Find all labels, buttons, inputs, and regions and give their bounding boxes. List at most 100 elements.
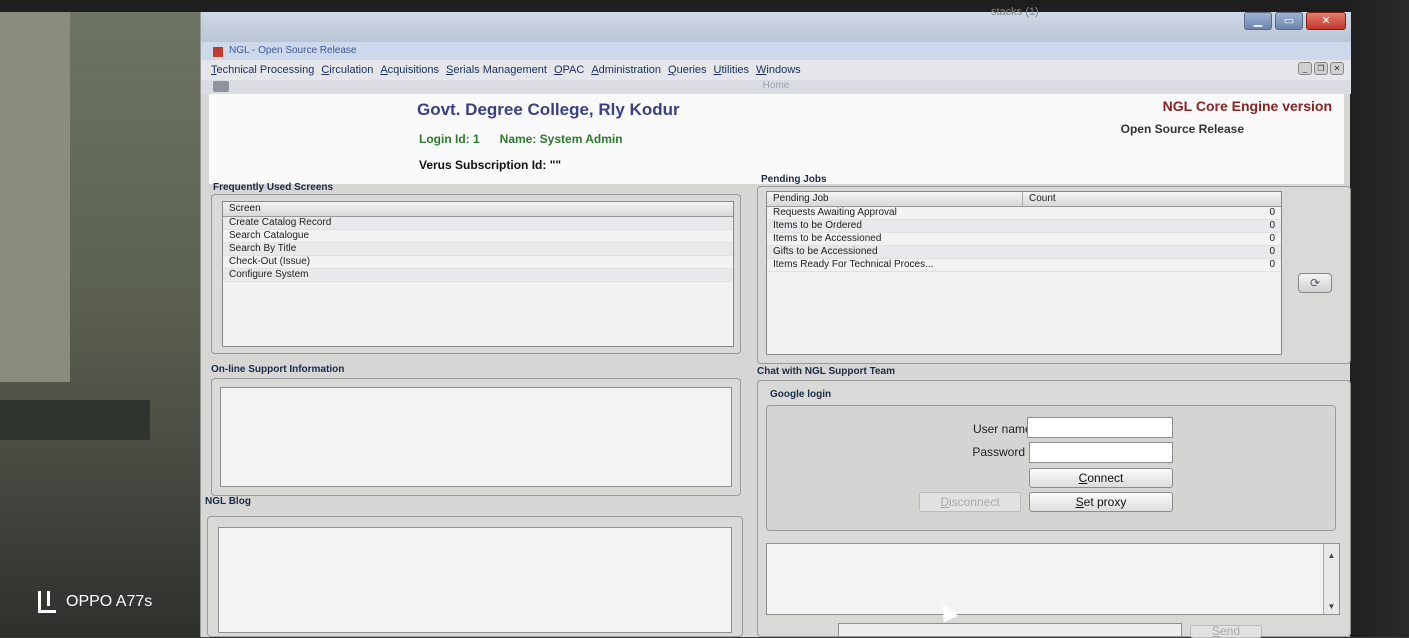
- application-screen: stacks (1) ▁ ▭ ✕ NGL - Open Source Relea…: [200, 6, 1351, 638]
- list-item[interactable]: Check-Out (Issue): [223, 256, 733, 269]
- send-button[interactable]: Send: [1190, 625, 1262, 638]
- frequent-screens-group: Screen Create Catalog Record Search Cata…: [211, 194, 741, 354]
- pending-job-name: Items to be Ordered: [773, 220, 862, 231]
- menu-technical-processing[interactable]: Technical Processing: [211, 64, 314, 76]
- login-info: Login Id: 1 Name: System Admin: [419, 132, 623, 146]
- frequent-screens-table: Screen Create Catalog Record Search Cata…: [222, 201, 734, 347]
- ngl-blog-content[interactable]: [218, 527, 732, 633]
- pending-jobs-label: Pending Jobs: [761, 174, 827, 185]
- pending-job-count: 0: [1269, 233, 1275, 244]
- table-row[interactable]: Items to be Accessioned 0: [767, 233, 1281, 246]
- online-support-label: On-line Support Information: [211, 364, 345, 375]
- list-item[interactable]: Configure System: [223, 269, 733, 282]
- chat-messages-area[interactable]: ▲ ▼: [766, 543, 1340, 615]
- pending-jobs-group: Pending Job Count Requests Awaiting Appr…: [757, 186, 1351, 364]
- app-titlebar: NGL - Open Source Release: [201, 42, 1351, 60]
- login-id: Login Id: 1: [419, 132, 480, 146]
- college-name: Govt. Degree College, Rly Kodur: [417, 100, 680, 119]
- refresh-icon: ⟳: [1309, 276, 1321, 290]
- menu-windows[interactable]: Windows: [756, 64, 801, 76]
- screen-column-header[interactable]: Screen: [229, 202, 261, 216]
- app-title: NGL - Open Source Release: [229, 45, 357, 56]
- frequent-screens-label: Frequently Used Screens: [213, 182, 334, 193]
- mdi-minimize-icon[interactable]: _: [1298, 62, 1312, 75]
- password-input[interactable]: [1029, 442, 1173, 463]
- photo-background-wall: [0, 12, 70, 382]
- screen-item-label: Create Catalog Record: [229, 217, 332, 228]
- maximize-icon[interactable]: ▭: [1275, 12, 1303, 30]
- monitor-bezel-top: [0, 0, 1409, 12]
- connect-button[interactable]: Connect: [1029, 468, 1173, 488]
- monitor-bezel-right: [1349, 0, 1409, 637]
- engine-version: NGL Core Engine version: [1162, 98, 1332, 114]
- pending-job-count: 0: [1269, 246, 1275, 257]
- mdi-window-controls: _ ❐ ✕: [1298, 62, 1344, 75]
- pending-job-name: Items to be Accessioned: [773, 233, 882, 244]
- ngl-blog-group: [207, 516, 743, 637]
- header-panel: Govt. Degree College, Rly Kodur Login Id…: [209, 94, 1344, 184]
- minimize-icon[interactable]: ▁: [1244, 12, 1272, 30]
- table-row[interactable]: Gifts to be Accessioned 0: [767, 246, 1281, 259]
- disconnect-button[interactable]: Disconnect: [919, 492, 1021, 512]
- outer-window-caption: stacks (1): [991, 6, 1039, 18]
- release-label: Open Source Release: [1120, 122, 1244, 136]
- table-row[interactable]: Items Ready For Technical Proces... 0: [767, 259, 1281, 272]
- set-proxy-button[interactable]: Set proxy: [1029, 492, 1173, 512]
- frequent-screens-header: Screen: [223, 202, 733, 217]
- close-icon[interactable]: ✕: [1306, 12, 1346, 30]
- pending-job-name: Items Ready For Technical Proces...: [773, 259, 934, 270]
- pending-jobs-header: Pending Job Count: [767, 192, 1281, 207]
- user-name: Name: System Admin: [499, 132, 623, 146]
- google-login-label: Google login: [770, 389, 832, 400]
- scroll-down-icon[interactable]: ▼: [1326, 601, 1337, 612]
- camera-watermark: OPPO A77s: [38, 591, 152, 613]
- menu-serials-management[interactable]: Serials Management: [446, 64, 547, 76]
- pending-job-count: 0: [1269, 220, 1275, 231]
- camera-watermark-text: OPPO A77s: [66, 593, 153, 610]
- menu-administration[interactable]: Administration: [591, 64, 661, 76]
- menu-acquisitions[interactable]: Acquisitions: [380, 64, 439, 76]
- screen-item-label: Configure System: [229, 269, 309, 280]
- mdi-close-icon[interactable]: ✕: [1330, 62, 1344, 75]
- pending-job-column-header[interactable]: Pending Job: [773, 192, 1023, 206]
- menu-opac[interactable]: OPAC: [554, 64, 584, 76]
- scroll-up-icon[interactable]: ▲: [1326, 550, 1337, 561]
- home-frame-titlebar: Home: [201, 80, 1351, 94]
- mdi-restore-icon[interactable]: ❐: [1314, 62, 1328, 75]
- menu-circulation[interactable]: Circulation: [321, 64, 373, 76]
- chat-message-input[interactable]: [838, 623, 1182, 637]
- pending-job-name: Requests Awaiting Approval: [773, 207, 897, 218]
- menu-utilities[interactable]: Utilities: [714, 64, 749, 76]
- chat-scrollbar[interactable]: ▲ ▼: [1323, 544, 1339, 614]
- camera-logo-icon: [38, 591, 56, 613]
- outer-window-titlebar: stacks (1) ▁ ▭ ✕: [201, 6, 1351, 42]
- pending-jobs-table: Pending Job Count Requests Awaiting Appr…: [766, 191, 1282, 355]
- google-login-group: User name: Password Connect Disconnect S…: [766, 405, 1336, 531]
- pending-job-name: Gifts to be Accessioned: [773, 246, 878, 257]
- online-support-group: [211, 378, 741, 496]
- table-row[interactable]: Requests Awaiting Approval 0: [767, 207, 1281, 220]
- pending-job-count: 0: [1269, 207, 1275, 218]
- menu-bar: Technical Processing Circulation Acquisi…: [201, 60, 1351, 80]
- chat-support-label: Chat with NGL Support Team: [757, 366, 895, 377]
- menu-queries[interactable]: Queries: [668, 64, 707, 76]
- username-label: User name:: [972, 422, 1035, 436]
- table-row[interactable]: Items to be Ordered 0: [767, 220, 1281, 233]
- list-item[interactable]: Search By Title: [223, 243, 733, 256]
- count-column-header[interactable]: Count: [1023, 192, 1056, 206]
- username-input[interactable]: [1027, 417, 1173, 438]
- frame-menu-icon[interactable]: [213, 81, 229, 92]
- home-frame-title: Home: [762, 80, 790, 91]
- password-label: Password: [972, 445, 1025, 459]
- pending-job-count: 0: [1269, 259, 1275, 270]
- screen-item-label: Search By Title: [229, 243, 297, 254]
- online-support-content[interactable]: [220, 387, 732, 487]
- list-item[interactable]: Create Catalog Record: [223, 217, 733, 230]
- chat-support-group: Google login User name: Password Connect…: [757, 380, 1351, 638]
- photo-background-stripe: [0, 400, 150, 440]
- list-item[interactable]: Search Catalogue: [223, 230, 733, 243]
- refresh-button[interactable]: ⟳: [1298, 273, 1332, 293]
- ngl-blog-label: NGL Blog: [205, 496, 251, 507]
- screen-item-label: Check-Out (Issue): [229, 256, 311, 267]
- outer-window-controls: ▁ ▭ ✕: [1244, 12, 1346, 30]
